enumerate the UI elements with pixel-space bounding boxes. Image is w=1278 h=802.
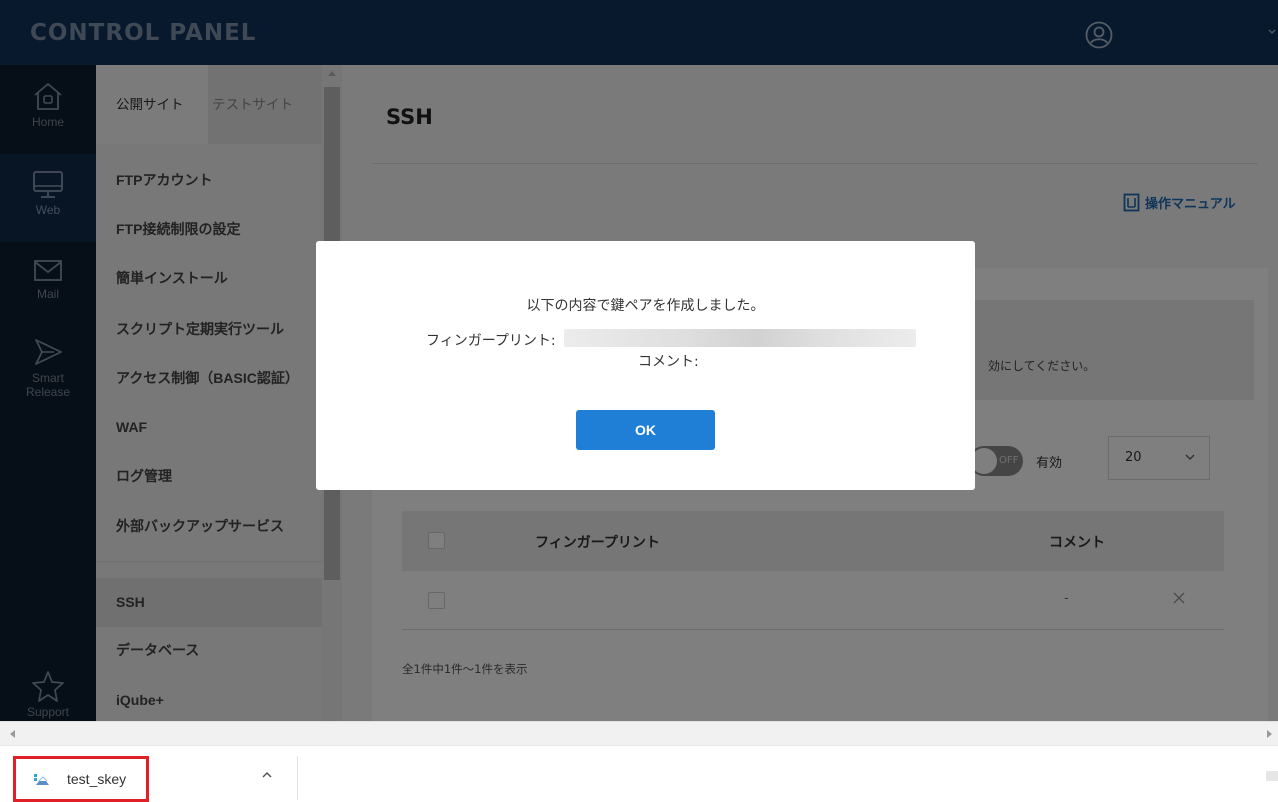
modal-overlay: 以下の内容で鍵ペアを作成しました。 フィンガープリント: コメント: OK: [0, 0, 1278, 721]
download-file-name: test_skey: [67, 771, 127, 787]
dialog-fingerprint-redacted: [564, 329, 916, 347]
file-icon: [34, 774, 49, 785]
chevron-up-icon[interactable]: [262, 771, 272, 779]
scroll-left-icon[interactable]: [10, 730, 15, 738]
ok-button[interactable]: OK: [576, 410, 715, 450]
show-all-downloads[interactable]: [1266, 771, 1278, 781]
download-divider: [297, 756, 298, 800]
dialog-fingerprint-label: フィンガープリント:: [426, 333, 556, 349]
download-bar: test_skey: [0, 745, 1278, 802]
dialog-comment-label: コメント:: [638, 354, 699, 370]
scroll-right-icon[interactable]: [1267, 730, 1272, 738]
horizontal-scrollbar[interactable]: [0, 721, 1278, 745]
download-item[interactable]: test_skey: [13, 756, 149, 802]
keypair-created-dialog: 以下の内容で鍵ペアを作成しました。 フィンガープリント: コメント: OK: [316, 241, 975, 490]
dialog-message: 以下の内容で鍵ペアを作成しました。: [526, 298, 765, 314]
